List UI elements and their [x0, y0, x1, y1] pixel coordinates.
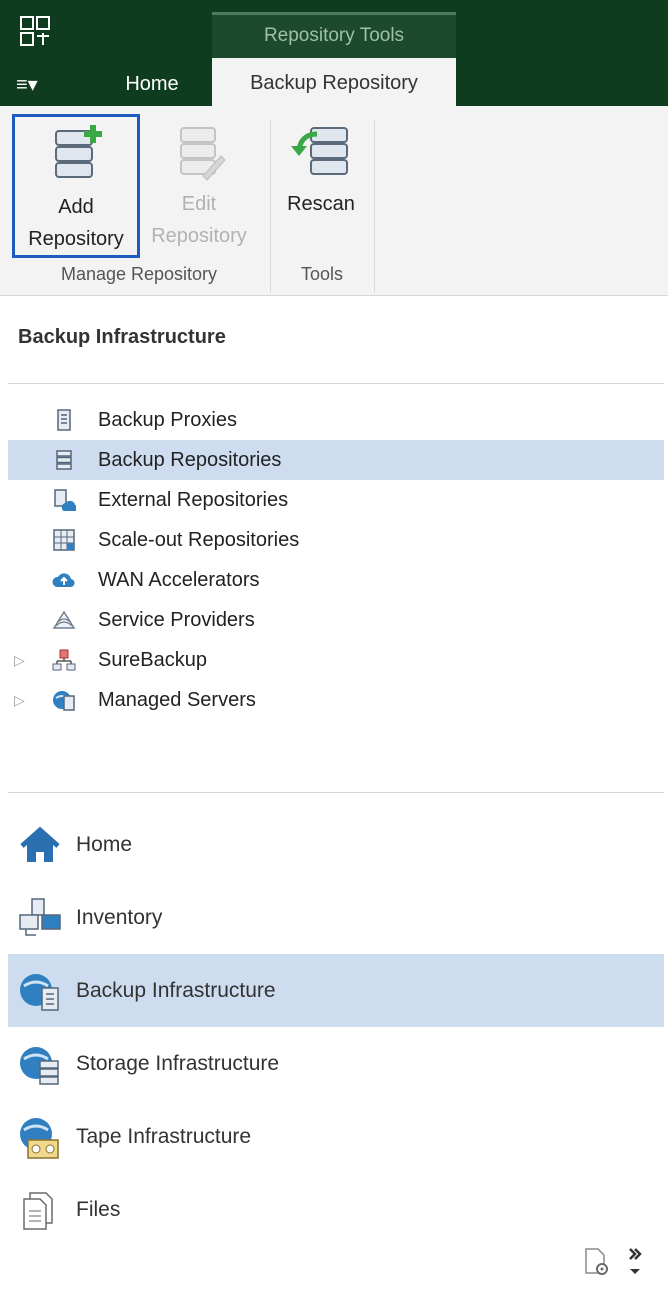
database-icon [56, 450, 72, 470]
tab-home[interactable]: Home [106, 60, 198, 106]
surebackup-icon [52, 649, 76, 671]
pane-header: Backup Infrastructure [8, 296, 664, 384]
nav-item-label: Tape Infrastructure [76, 1125, 252, 1148]
tree-item-label: SureBackup [98, 649, 207, 671]
cloud-server-icon [54, 489, 76, 511]
tree-item-external-repositories[interactable]: External Repositories [8, 480, 664, 520]
nav-item-label: Inventory [76, 906, 163, 929]
app-logo-icon[interactable] [18, 14, 52, 48]
rescan-label: Rescan [287, 193, 355, 215]
home-icon [20, 826, 60, 862]
nav-item-label: Home [76, 833, 133, 856]
section-divider [8, 792, 664, 793]
expand-icon[interactable]: ▷ [14, 680, 25, 720]
nav-item-label: Backup Infrastructure [76, 979, 276, 1002]
nav-item-files[interactable]: Files [8, 1173, 664, 1246]
infrastructure-tree: Backup Proxies Backup Repositories Exter… [8, 400, 664, 720]
more-options-chevron-icon[interactable] [622, 1245, 648, 1279]
tree-item-backup-proxies[interactable]: Backup Proxies [8, 400, 664, 440]
tape-infrastructure-icon [20, 1118, 59, 1159]
tree-item-label: Scale-out Repositories [98, 529, 300, 551]
main-menu-button[interactable]: ≡▾ [16, 68, 66, 102]
cloud-upload-icon [52, 573, 75, 588]
edit-repository-button[interactable]: Edit Repository [144, 114, 254, 258]
tab-backup-repository[interactable]: Backup Repository [212, 58, 456, 106]
tree-item-backup-repositories[interactable]: Backup Repositories [8, 440, 664, 480]
tree-item-label: Service Providers [98, 609, 255, 631]
tree-item-label: Managed Servers [98, 689, 256, 711]
add-database-icon [55, 125, 102, 178]
tree-item-surebackup[interactable]: ▷ SureBackup [8, 640, 664, 680]
tree-item-service-providers[interactable]: Service Providers [8, 600, 664, 640]
title-bar: Repository Tools ≡▾ Home Backup Reposito… [0, 0, 668, 106]
nav-item-tape-infrastructure[interactable]: Tape Infrastructure [8, 1100, 664, 1173]
navigation-pane: Home Inventory Backup Infrastructure Sto… [8, 808, 664, 1246]
edit-database-icon [180, 127, 226, 181]
storage-infrastructure-icon [20, 1047, 59, 1085]
edit-label-line2: Repository [151, 225, 247, 247]
configure-navigation-icon[interactable] [582, 1247, 612, 1277]
ribbon: Add Repository Edit Repository Rescan Ma… [0, 106, 668, 296]
add-label-line2: Repository [28, 228, 124, 250]
tree-item-label: Backup Proxies [98, 409, 237, 431]
group-label-manage-repository: Manage Repository [60, 264, 218, 284]
pane-title: Backup Infrastructure [18, 326, 226, 348]
nav-item-inventory[interactable]: Inventory [8, 881, 664, 954]
tree-item-label: External Repositories [98, 489, 289, 511]
managed-servers-icon [53, 691, 75, 711]
server-icon [57, 409, 71, 431]
footer-toolbar [582, 1245, 652, 1279]
nav-item-label: Files [76, 1198, 121, 1221]
nav-item-home[interactable]: Home [8, 808, 664, 881]
ribbon-separator [374, 120, 375, 292]
tree-item-label: Backup Repositories [98, 449, 282, 471]
group-label-tools: Tools [300, 264, 344, 284]
nav-item-storage-infrastructure[interactable]: Storage Infrastructure [8, 1027, 664, 1100]
inventory-icon [19, 898, 61, 936]
tree-item-managed-servers[interactable]: ▷ Managed Servers [8, 680, 664, 720]
add-label-line1: Add [58, 196, 94, 218]
edit-label-line1: Edit [181, 193, 217, 215]
rescan-button[interactable]: Rescan [276, 114, 366, 258]
service-provider-icon [52, 610, 76, 629]
files-icon [23, 1192, 53, 1230]
tree-item-wan-accelerators[interactable]: WAN Accelerators [8, 560, 664, 600]
rescan-icon [291, 127, 348, 175]
add-repository-button[interactable]: Add Repository [12, 114, 140, 258]
expand-icon[interactable]: ▷ [14, 640, 25, 680]
context-tab-header: Repository Tools [212, 12, 456, 58]
nav-item-label: Storage Infrastructure [76, 1052, 280, 1075]
backup-infrastructure-icon [20, 974, 59, 1011]
tree-item-scale-out-repositories[interactable]: Scale-out Repositories [8, 520, 664, 560]
scale-out-icon [53, 529, 75, 551]
tree-item-label: WAN Accelerators [98, 569, 260, 591]
nav-item-backup-infrastructure[interactable]: Backup Infrastructure [8, 954, 664, 1027]
